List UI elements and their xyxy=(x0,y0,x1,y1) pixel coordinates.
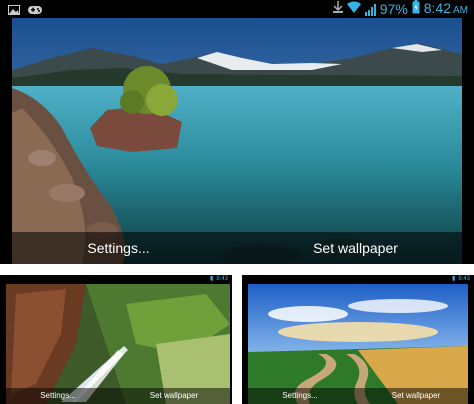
main-phone-screen: 97% 8:42 AM Settings... Set wallpaper xyxy=(0,0,474,264)
set-wallpaper-button[interactable]: Set wallpaper xyxy=(116,388,232,404)
signal-icon xyxy=(364,3,376,16)
right-preview-screen: ▮ 8:43 Settings... Set wallpaper xyxy=(242,275,474,404)
set-wallpaper-button[interactable]: Set wallpaper xyxy=(237,232,474,264)
status-bar: 97% 8:42 AM xyxy=(0,0,474,18)
clock: 8:42 AM xyxy=(423,0,468,16)
settings-button[interactable]: Settings... xyxy=(0,388,116,404)
signal-icon: ▮ xyxy=(210,276,214,282)
battery-percent: 97% xyxy=(379,1,408,17)
battery-icon xyxy=(412,0,420,19)
system-icons: 97% 8:42 AM xyxy=(332,0,468,19)
wallpaper-preview-field-road xyxy=(248,284,468,404)
wallpaper-action-bar: Settings... Set wallpaper xyxy=(0,232,474,264)
settings-button[interactable]: Settings... xyxy=(0,232,237,264)
download-icon xyxy=(332,0,343,18)
wallpaper-preview-lake xyxy=(12,18,462,264)
wifi-icon xyxy=(346,0,361,18)
preview-status-bar: ▮ 8:43 xyxy=(242,275,474,284)
settings-button[interactable]: Settings... xyxy=(242,388,358,404)
set-wallpaper-button[interactable]: Set wallpaper xyxy=(358,388,474,404)
signal-icon: ▮ xyxy=(452,276,456,282)
wallpaper-preview-waterfall xyxy=(6,284,230,404)
preview-action-bar: Settings... Set wallpaper xyxy=(242,388,474,404)
preview-action-bar: Settings... Set wallpaper xyxy=(0,388,232,404)
preview-clock: 8:43 xyxy=(458,276,470,282)
preview-status-bar: ▮ 8:43 xyxy=(0,275,232,284)
left-preview-screen: ▮ 8:43 Settings... Set wallpaper xyxy=(0,275,232,404)
preview-clock: 8:43 xyxy=(216,276,228,282)
